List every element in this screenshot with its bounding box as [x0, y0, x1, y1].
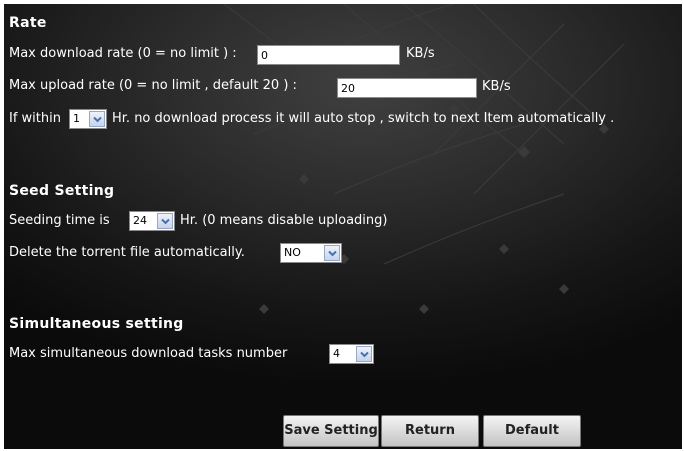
delete-torrent-label: Delete the torrent file automatically. — [9, 245, 245, 260]
autostop-hours-select[interactable]: 1 — [69, 109, 107, 129]
rate-heading: Rate — [9, 15, 47, 31]
seed-heading: Seed Setting — [9, 183, 115, 199]
upload-rate-input[interactable] — [337, 78, 477, 98]
autostop-prefix: If within — [9, 111, 61, 126]
chevron-down-icon[interactable] — [89, 111, 105, 127]
chevron-down-icon[interactable] — [356, 346, 372, 362]
settings-panel: Rate Max download rate (0 = no limit ) :… — [4, 4, 682, 449]
simultaneous-tasks-value: 4 — [333, 347, 340, 360]
delete-torrent-select[interactable]: NO — [280, 243, 342, 263]
seeding-time-select[interactable]: 24 — [129, 211, 175, 231]
download-rate-label: Max download rate (0 = no limit ) : — [9, 46, 237, 61]
delete-torrent-value: NO — [284, 246, 301, 259]
upload-rate-unit: KB/s — [482, 79, 511, 94]
seeding-time-value: 24 — [133, 214, 147, 227]
upload-rate-label: Max upload rate (0 = no limit , default … — [9, 78, 297, 93]
chevron-down-icon[interactable] — [324, 245, 340, 261]
seeding-time-prefix: Seeding time is — [9, 213, 110, 228]
simultaneous-tasks-label: Max simultaneous download tasks number — [9, 346, 288, 361]
simultaneous-heading: Simultaneous setting — [9, 316, 184, 332]
download-rate-input[interactable] — [257, 45, 400, 65]
chevron-down-icon[interactable] — [157, 213, 173, 229]
save-setting-button[interactable]: Save Setting — [283, 415, 379, 447]
autostop-suffix: Hr. no download process it will auto sto… — [112, 111, 615, 126]
simultaneous-tasks-select[interactable]: 4 — [329, 344, 374, 364]
download-rate-unit: KB/s — [406, 46, 435, 61]
return-button[interactable]: Return — [381, 415, 479, 447]
autostop-hours-value: 1 — [73, 112, 80, 125]
seeding-time-suffix: Hr. (0 means disable uploading) — [180, 213, 388, 228]
default-button[interactable]: Default — [483, 415, 581, 447]
